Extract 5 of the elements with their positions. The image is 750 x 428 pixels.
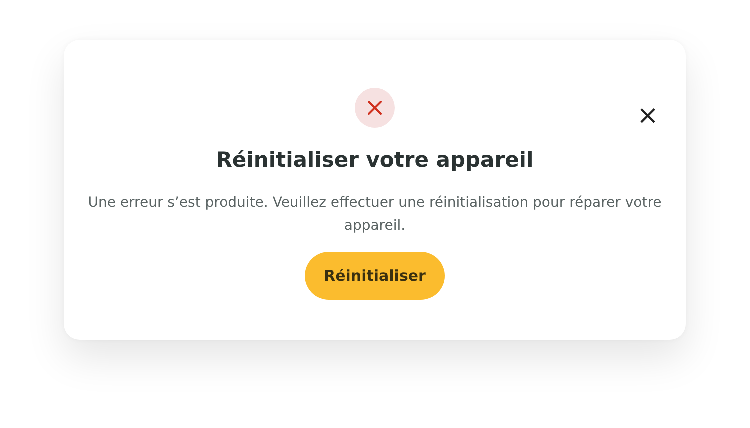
reset-button[interactable]: Réinitialiser bbox=[305, 252, 445, 300]
dialog-title: Réinitialiser votre appareil bbox=[216, 148, 534, 172]
error-icon bbox=[355, 88, 395, 128]
dialog-message: Une erreur s’est produite. Veuillez effectuer une réinitialisation pour réparer votre appareil. bbox=[87, 194, 663, 236]
close-button[interactable]: × bbox=[634, 102, 662, 130]
